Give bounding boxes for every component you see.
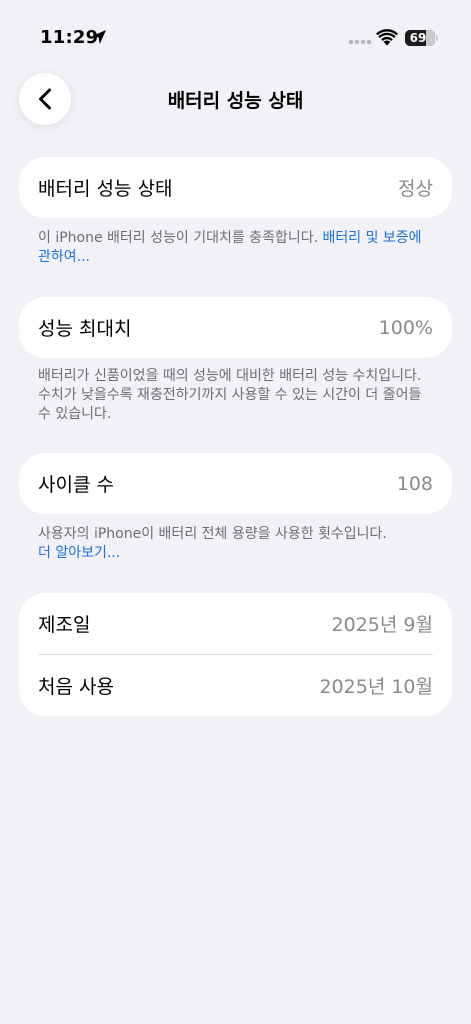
status-time: 11:29 [40, 27, 99, 48]
cellular-signal-icon [348, 39, 372, 45]
battery-cap [436, 35, 438, 41]
battery-percent: 69 [409, 31, 427, 45]
page-title: 배터리 성능 상태 [167, 90, 304, 112]
max-capacity-row: 성능 최대치 100% [19, 297, 452, 358]
manufacture-date-value: 2025년 9월 [331, 614, 433, 636]
max-capacity-footer: 배터리가 신품이었을 때의 성능에 대비한 배터리 성능 수치입니다. 수치가 … [38, 367, 434, 424]
max-capacity-label: 성능 최대치 [38, 318, 132, 340]
wifi-icon [376, 29, 398, 46]
manufacture-date-row: 제조일 2025년 9월 [19, 593, 452, 654]
cycle-count-description: 사용자의 iPhone이 배터리 전체 용량을 사용한 횟수입니다. [38, 526, 387, 542]
first-use-label: 처음 사용 [38, 676, 114, 698]
battery-health-row: 배터리 성능 상태 정상 [19, 157, 452, 218]
learn-more-link[interactable]: 더 알아보기... [38, 544, 438, 563]
status-bar: 11:29 69 [0, 0, 471, 70]
max-capacity-description: 배터리가 신품이었을 때의 성능에 대비한 배터리 성능 수치입니다. 수치가 … [38, 368, 422, 422]
max-capacity-card: 성능 최대치 100% [19, 297, 452, 358]
battery-health-card: 배터리 성능 상태 정상 [19, 157, 452, 218]
max-capacity-value: 100% [378, 316, 433, 339]
first-use-row: 처음 사용 2025년 10월 [19, 655, 452, 716]
battery-health-value: 정상 [398, 178, 433, 200]
cycle-count-value: 108 [396, 472, 433, 495]
location-arrow-icon [92, 30, 106, 44]
battery-icon: 69 [405, 30, 435, 46]
battery-health-footer: 이 iPhone 배터리 성능이 기대치를 충족합니다. 배터리 및 보증에 관… [38, 229, 438, 267]
dates-card: 제조일 2025년 9월 처음 사용 2025년 10월 [19, 593, 452, 716]
cycle-count-card: 사이클 수 108 [19, 453, 452, 514]
cycle-count-label: 사이클 수 [38, 474, 114, 496]
battery-health-screen: 11:29 69 배터리 성능 상태 배터리 성능 상태 정상 이 iPhone… [0, 0, 471, 1024]
first-use-value: 2025년 10월 [319, 676, 433, 698]
manufacture-date-label: 제조일 [38, 614, 91, 636]
battery-health-label: 배터리 성능 상태 [38, 178, 173, 200]
cycle-count-footer: 사용자의 iPhone이 배터리 전체 용량을 사용한 횟수입니다. 더 알아보… [38, 525, 438, 563]
cycle-count-row: 사이클 수 108 [19, 453, 452, 514]
battery-health-description: 이 iPhone 배터리 성능이 기대치를 충족합니다. [38, 230, 323, 246]
